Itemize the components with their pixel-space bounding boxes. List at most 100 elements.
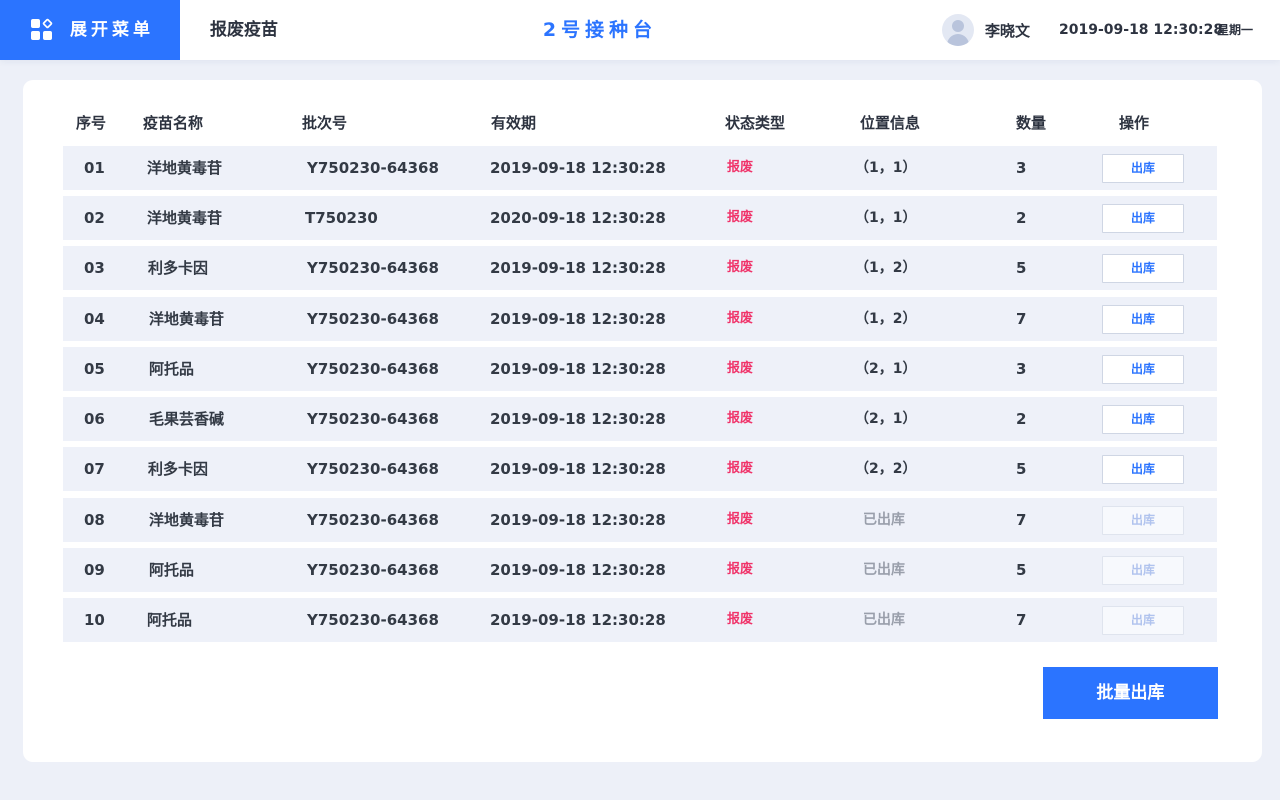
quantity: 2 [1016,209,1027,227]
stock-out-button-disabled[interactable]: 出库 [1102,606,1184,635]
quantity: 3 [1016,360,1027,378]
row-index: 07 [84,460,105,478]
row-index: 09 [84,561,105,579]
location-info: 已出库 [863,512,905,528]
expiry-date: 2019-09-18 12:30:28 [490,259,666,277]
batch-stock-out-button[interactable]: 批量出库 [1043,667,1218,719]
quantity: 7 [1016,511,1027,529]
batch-number: Y750230-64368 [307,561,439,579]
stock-out-button[interactable]: 出库 [1102,305,1184,334]
status-type: 报废 [727,210,754,225]
vaccine-table-panel: 序号 疫苗名称 批次号 有效期 状态类型 位置信息 数量 操作 01 洋地黄毒苷… [23,80,1262,762]
status-type: 报废 [727,512,754,527]
status-type: 报废 [727,562,754,577]
vaccine-name: 毛果芸香碱 [149,410,225,428]
column-header-batch: 批次号 [302,114,348,132]
current-weekday: 星期一 [1217,23,1254,37]
quantity: 5 [1016,259,1027,277]
location-info: （1，2） [855,260,917,276]
top-bar: 展开菜单 报废疫苗 2号接种台 李晓文 2019-09-18 12:30:28 … [0,0,1280,60]
status-type: 报废 [727,311,754,326]
quantity: 2 [1016,410,1027,428]
row-index: 01 [84,159,105,177]
stock-out-button-disabled[interactable]: 出库 [1102,506,1184,535]
expand-menu-button[interactable]: 展开菜单 [0,0,180,60]
expiry-date: 2019-09-18 12:30:28 [490,460,666,478]
location-info: （1，1） [855,160,917,176]
grid-menu-icon [31,18,53,41]
page-title: 报废疫苗 [210,20,278,40]
row-index: 05 [84,360,105,378]
column-header-location: 位置信息 [860,114,921,132]
table-row: 04 洋地黄毒苷 Y750230-64368 2019-09-18 12:30:… [63,297,1217,341]
quantity: 5 [1016,561,1027,579]
expiry-date: 2019-09-18 12:30:28 [490,611,666,629]
station-title: 2号接种台 [542,19,658,41]
table-row: 03 利多卡因 Y750230-64368 2019-09-18 12:30:2… [63,246,1217,290]
expand-menu-label: 展开菜单 [70,20,154,40]
table-header: 序号 疫苗名称 批次号 有效期 状态类型 位置信息 数量 操作 [63,108,1217,138]
status-type: 报废 [727,411,754,426]
column-header-name: 疫苗名称 [143,114,204,132]
batch-number: Y750230-64368 [307,511,439,529]
vaccine-name: 洋地黄毒苷 [149,511,225,529]
column-header-qty: 数量 [1016,114,1047,132]
column-header-status: 状态类型 [725,114,786,132]
table-row: 07 利多卡因 Y750230-64368 2019-09-18 12:30:2… [63,447,1217,491]
batch-number: Y750230-64368 [307,410,439,428]
vaccine-name: 阿托品 [147,611,193,629]
location-info: 已出库 [863,612,905,628]
vaccine-name: 洋地黄毒苷 [147,159,223,177]
batch-number: Y750230-64368 [307,611,439,629]
expiry-date: 2019-09-18 12:30:28 [490,561,666,579]
stock-out-button[interactable]: 出库 [1102,355,1184,384]
expiry-date: 2020-09-18 12:30:28 [490,209,666,227]
stock-out-button[interactable]: 出库 [1102,154,1184,183]
batch-number: Y750230-64368 [307,460,439,478]
status-type: 报废 [727,260,754,275]
quantity: 7 [1016,310,1027,328]
stock-out-button[interactable]: 出库 [1102,405,1184,434]
expiry-date: 2019-09-18 12:30:28 [490,360,666,378]
table-row: 10 阿托品 Y750230-64368 2019-09-18 12:30:28… [63,598,1217,642]
expiry-date: 2019-09-18 12:30:28 [490,310,666,328]
row-index: 03 [84,259,105,277]
row-index: 04 [84,310,105,328]
vaccine-name: 阿托品 [149,561,195,579]
stock-out-button[interactable]: 出库 [1102,455,1184,484]
status-type: 报废 [727,160,754,175]
quantity: 7 [1016,611,1027,629]
expiry-date: 2019-09-18 12:30:28 [490,410,666,428]
column-header-expiry: 有效期 [491,114,537,132]
status-type: 报废 [727,612,754,627]
batch-number: Y750230-64368 [307,360,439,378]
stock-out-button[interactable]: 出库 [1102,254,1184,283]
quantity: 5 [1016,460,1027,478]
expiry-date: 2019-09-18 12:30:28 [490,159,666,177]
row-index: 08 [84,511,105,529]
user-avatar-icon[interactable] [942,14,974,46]
vaccine-name: 阿托品 [149,360,195,378]
table-row: 01 洋地黄毒苷 Y750230-64368 2019-09-18 12:30:… [63,146,1217,190]
batch-number: Y750230-64368 [307,159,439,177]
batch-number: T750230 [305,209,378,227]
stock-out-button-disabled[interactable]: 出库 [1102,556,1184,585]
row-index: 10 [84,611,105,629]
vaccine-name: 利多卡因 [148,259,209,277]
row-index: 02 [84,209,105,227]
status-type: 报废 [727,361,754,376]
location-info: （1，2） [855,311,917,327]
location-info: （1，1） [855,210,917,226]
column-header-action: 操作 [1119,114,1150,132]
status-type: 报废 [727,461,754,476]
vaccine-name: 洋地黄毒苷 [147,209,223,227]
current-datetime: 2019-09-18 12:30:28 [1059,22,1224,38]
stock-out-button[interactable]: 出库 [1102,204,1184,233]
vaccine-name: 利多卡因 [148,460,209,478]
location-info: 已出库 [863,562,905,578]
row-index: 06 [84,410,105,428]
user-name: 李晓文 [985,22,1031,40]
batch-number: Y750230-64368 [307,310,439,328]
batch-number: Y750230-64368 [307,259,439,277]
table-row: 09 阿托品 Y750230-64368 2019-09-18 12:30:28… [63,548,1217,592]
